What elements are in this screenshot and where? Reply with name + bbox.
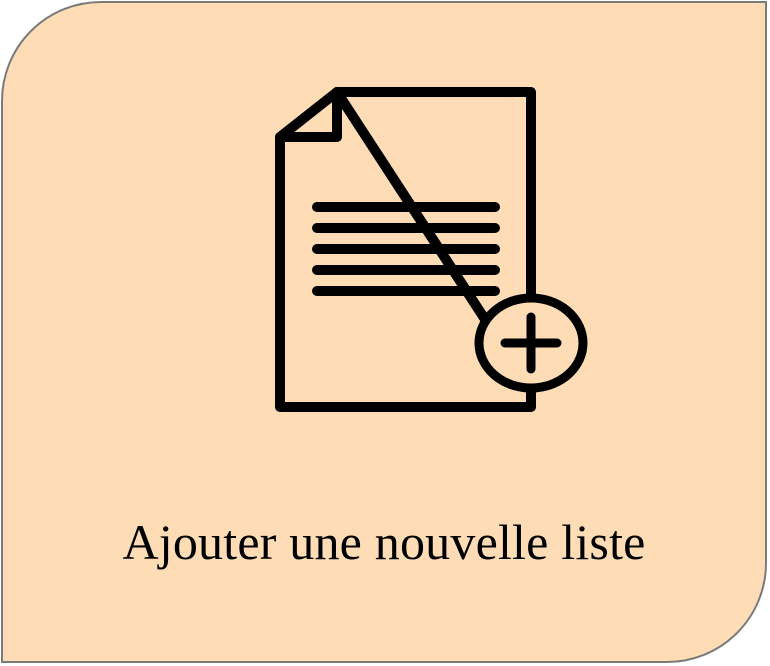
tile-label: Ajouter une nouvelle liste	[122, 514, 646, 570]
add-new-list-button[interactable]: Ajouter une nouvelle liste	[1, 1, 767, 663]
add-document-icon	[275, 87, 591, 415]
